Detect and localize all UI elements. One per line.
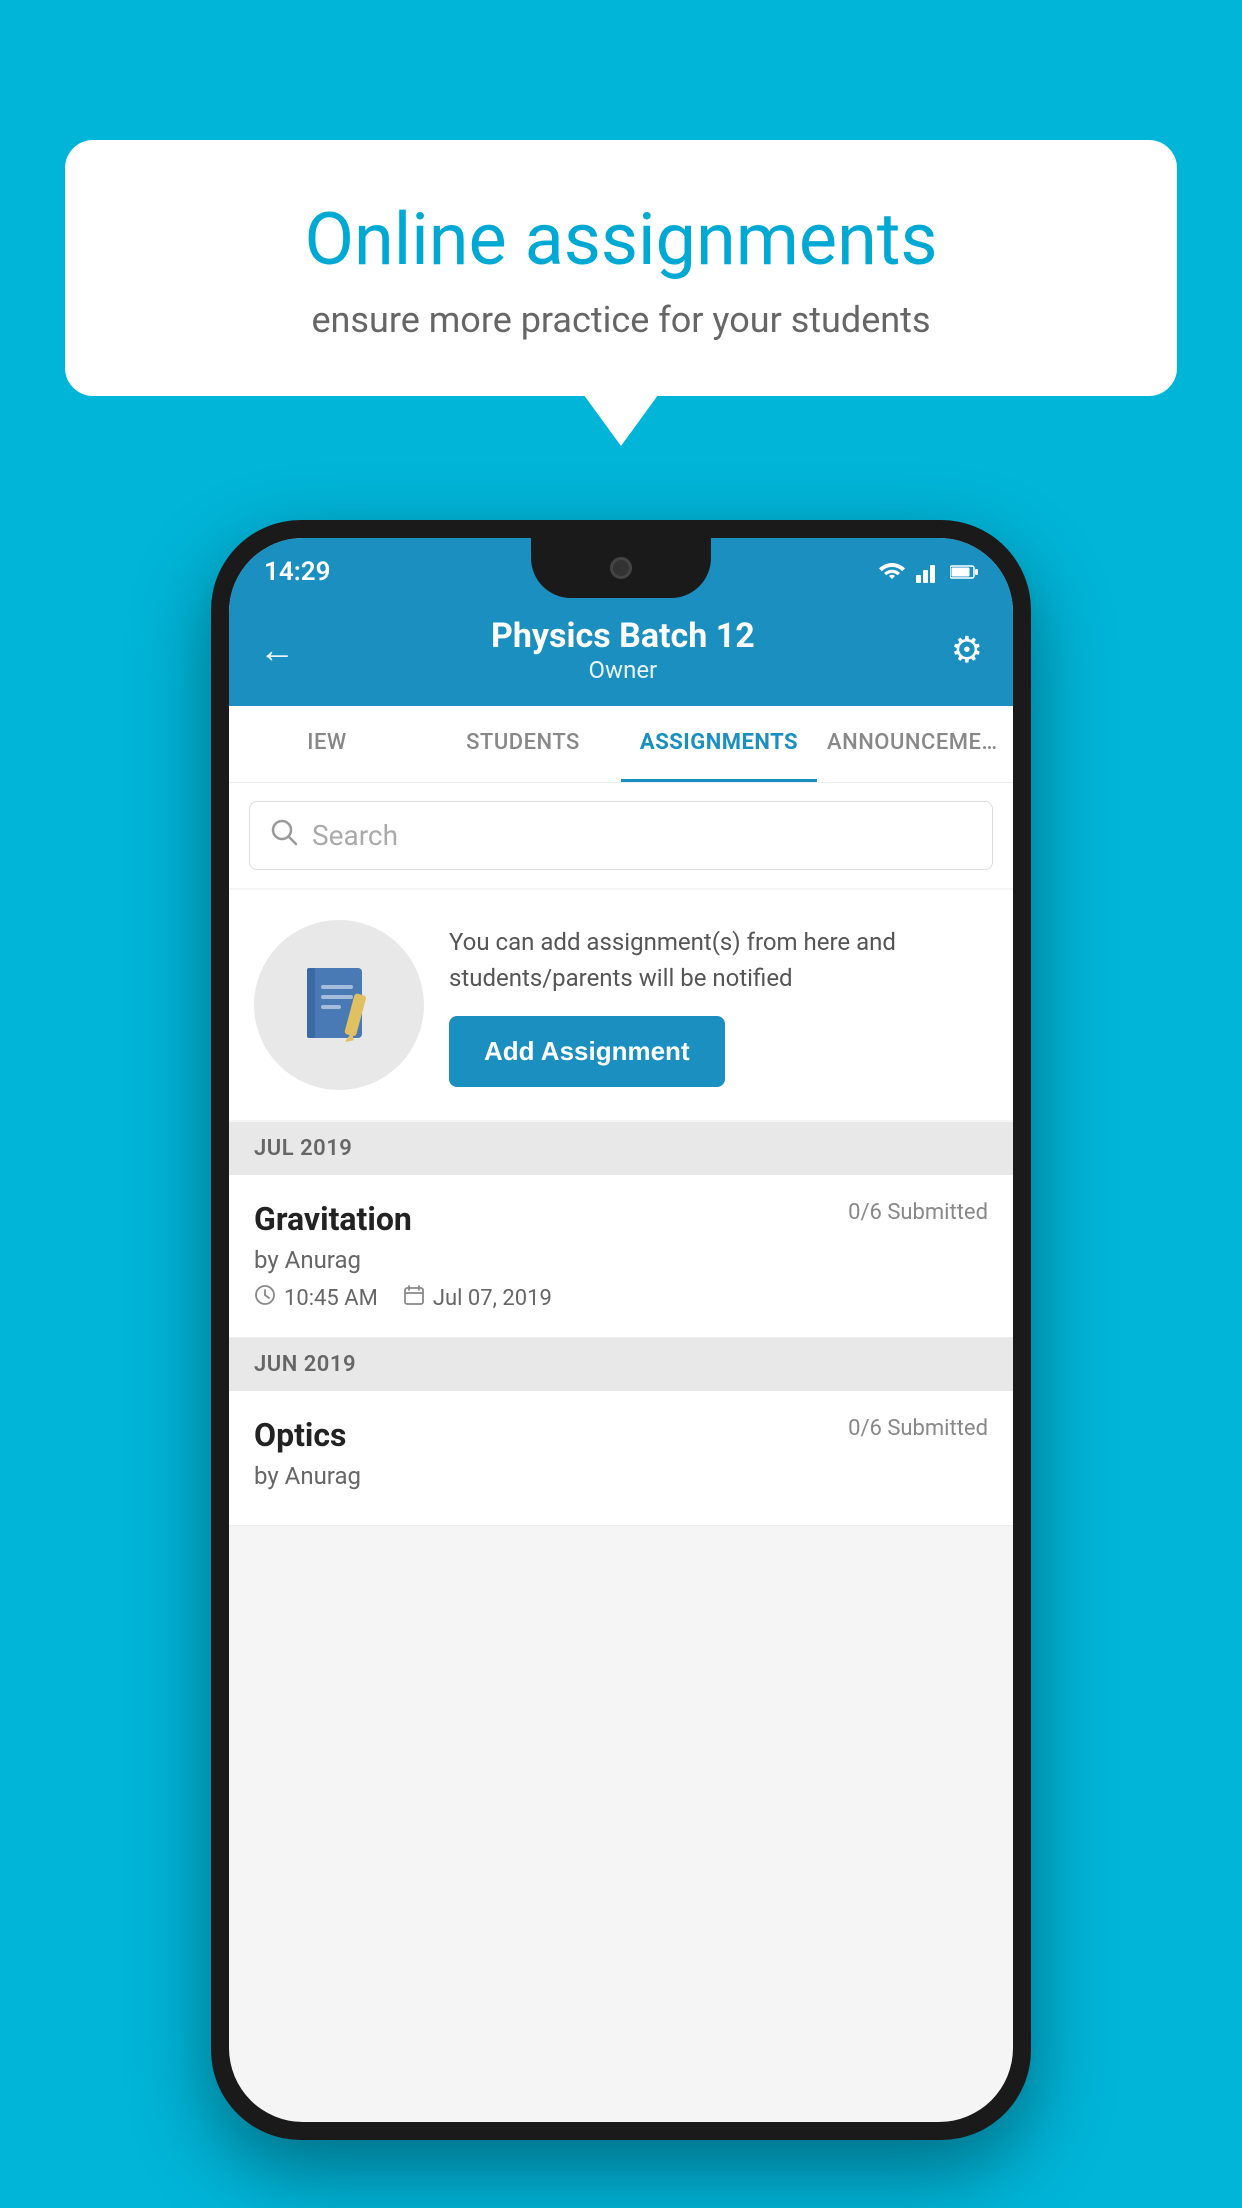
assignment-meta: 10:45 AM Jul 07, 201: [254, 1284, 988, 1312]
assignment-date: Jul 07, 2019: [403, 1284, 552, 1312]
assignment-by-optics: by Anurag: [254, 1462, 988, 1490]
assignment-name-optics: Optics: [254, 1416, 346, 1454]
search-placeholder: Search: [312, 819, 398, 852]
search-bar-container: Search: [229, 783, 1013, 888]
bubble-title: Online assignments: [135, 200, 1107, 279]
promo-description: You can add assignment(s) from here and …: [449, 924, 988, 996]
notch-camera: [610, 557, 632, 579]
assignment-submitted: 0/6 Submitted: [848, 1200, 988, 1225]
assignment-submitted-optics: 0/6 Submitted: [848, 1416, 988, 1441]
tab-students[interactable]: STUDENTS: [425, 706, 621, 782]
assignment-icon-circle: [254, 920, 424, 1090]
tab-announcements[interactable]: ANNOUNCEMENTS: [817, 706, 1013, 782]
clock-icon: [254, 1284, 276, 1312]
content-area: Search: [229, 783, 1013, 1526]
notebook-icon: [299, 963, 379, 1048]
signal-icon: [916, 561, 940, 583]
speech-bubble: Online assignments ensure more practice …: [65, 140, 1177, 396]
assignment-name: Gravitation: [254, 1200, 412, 1238]
gear-icon[interactable]: ⚙: [951, 629, 983, 671]
tab-iew[interactable]: IEW: [229, 706, 425, 782]
assignment-header: Gravitation 0/6 Submitted: [254, 1200, 988, 1238]
header-subtitle: Owner: [491, 656, 755, 684]
app-header: ← Physics Batch 12 Owner ⚙: [229, 598, 1013, 706]
calendar-icon: [403, 1284, 425, 1312]
header-title: Physics Batch 12: [491, 616, 755, 656]
assignment-by: by Anurag: [254, 1246, 988, 1274]
phone-notch: [531, 538, 711, 598]
status-icons: [878, 561, 978, 583]
search-bar[interactable]: Search: [249, 801, 993, 870]
status-time: 14:29: [264, 557, 331, 587]
header-center: Physics Batch 12 Owner: [491, 616, 755, 684]
promo-text-area: You can add assignment(s) from here and …: [449, 924, 988, 1087]
phone-body: 14:29: [211, 520, 1031, 2140]
phone-mockup: 14:29: [211, 520, 1031, 2140]
add-assignment-button[interactable]: Add Assignment: [449, 1016, 725, 1087]
search-icon: [270, 818, 298, 853]
assignment-item-gravitation[interactable]: Gravitation 0/6 Submitted by Anurag: [229, 1175, 1013, 1338]
assignment-header-optics: Optics 0/6 Submitted: [254, 1416, 988, 1454]
tab-assignments[interactable]: ASSIGNMENTS: [621, 706, 817, 782]
promo-card: You can add assignment(s) from here and …: [229, 890, 1013, 1120]
assignment-time: 10:45 AM: [254, 1284, 378, 1312]
tabs-container: IEW STUDENTS ASSIGNMENTS ANNOUNCEMENTS: [229, 706, 1013, 783]
phone-screen: 14:29: [229, 538, 1013, 2122]
bubble-subtitle: ensure more practice for your students: [135, 299, 1107, 341]
month-separator-jun: JUN 2019: [229, 1338, 1013, 1391]
speech-bubble-container: Online assignments ensure more practice …: [65, 140, 1177, 396]
month-separator-jul: JUL 2019: [229, 1122, 1013, 1175]
back-button[interactable]: ←: [259, 629, 295, 671]
battery-icon: [950, 563, 978, 581]
wifi-icon: [878, 561, 906, 583]
assignment-item-optics[interactable]: Optics 0/6 Submitted by Anurag: [229, 1391, 1013, 1526]
